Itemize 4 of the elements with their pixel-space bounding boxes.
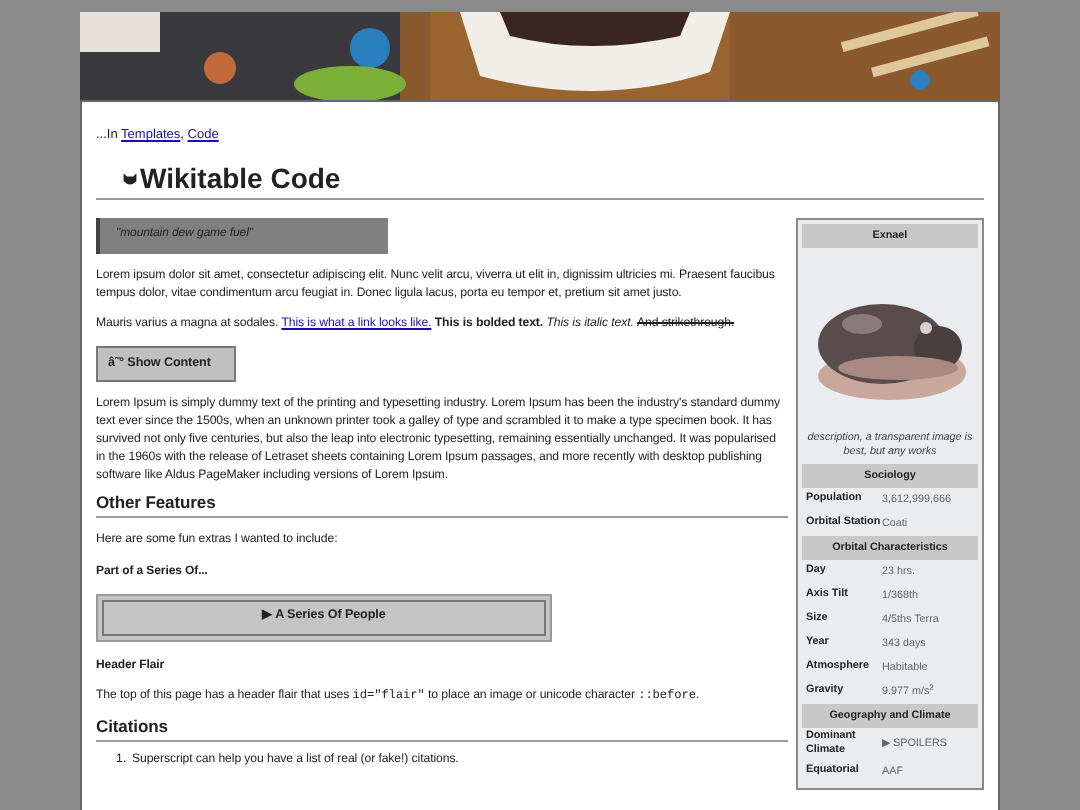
section-heading: Citations	[96, 716, 788, 743]
flair-icon	[122, 169, 138, 186]
section-heading: Other Features	[96, 492, 788, 519]
page-title: Wikitable Code	[140, 161, 341, 194]
